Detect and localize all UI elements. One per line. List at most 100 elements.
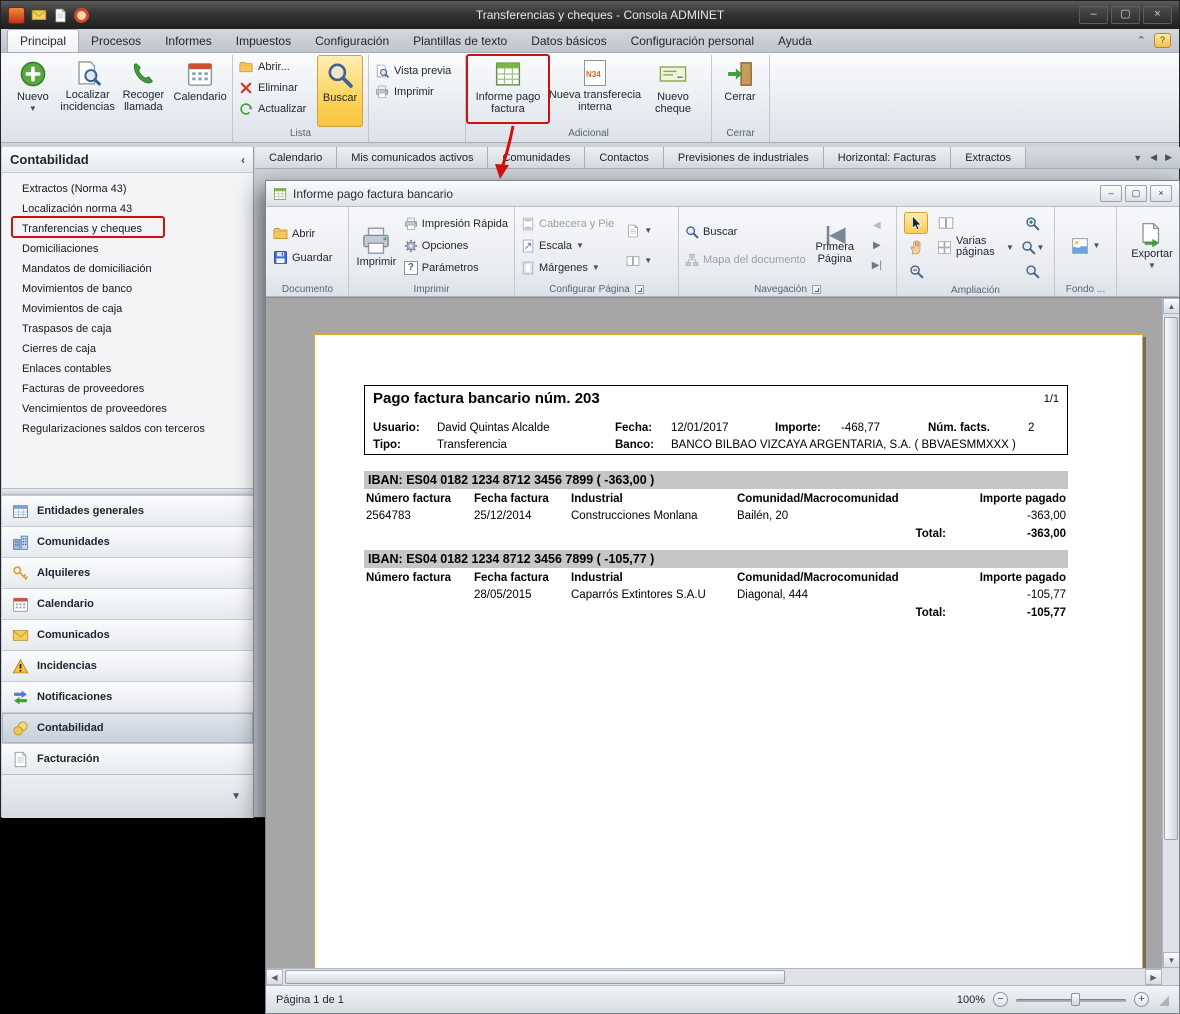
nav-item-comunidades[interactable]: Comunidades [2,526,253,557]
sidebar-item-regularizaciones[interactable]: Regularizaciones saldos con terceros [2,419,253,439]
tab-impuestos[interactable]: Impuestos [224,30,303,52]
horizontal-scrollbar[interactable]: ◀ ▶ [266,968,1162,985]
close-button[interactable]: × [1143,6,1172,24]
tab-configuracion[interactable]: Configuración [303,30,401,52]
record-icon[interactable] [74,8,89,23]
delete-button[interactable]: Eliminar [235,80,317,96]
sidebar-item-enlaces[interactable]: Enlaces contables [2,359,253,379]
next-page-icon[interactable]: ▶ [867,237,887,255]
parameters-button[interactable]: ?Parámetros [401,258,482,278]
sidebar-item-cierres[interactable]: Cierres de caja [2,339,253,359]
report-print-button[interactable]: Imprimir [352,223,401,268]
sidebar-item-vencimientos[interactable]: Vencimientos de proveedores [2,399,253,419]
zoom-slider-thumb[interactable] [1071,993,1080,1006]
refresh-button[interactable]: Actualizar [235,101,317,117]
close-app-button[interactable]: Cerrar [714,55,766,127]
sidebar-item-facturas-prov[interactable]: Facturas de proveedores [2,379,253,399]
vertical-scrollbar[interactable]: ▲ ▼ [1162,298,1179,968]
new-internal-transfer-button[interactable]: N34 Nueva transferecia interna [548,55,642,127]
quick-print-button[interactable]: Impresión Rápida [401,214,511,234]
collapse-ribbon-icon[interactable]: ⌃ [1137,34,1146,47]
find-button[interactable]: Buscar [682,222,740,242]
tab-scroll-right-icon[interactable]: ▶ [1165,152,1172,163]
sidebar-item-mandatos[interactable]: Mandatos de domiciliación [2,259,253,279]
zoom-tool[interactable] [1021,260,1045,282]
doc-tab-horizontal-facturas[interactable]: Horizontal: Facturas [824,147,951,168]
sidebar-item-mov-caja[interactable]: Movimientos de caja [2,299,253,319]
sidebar-item-extractos[interactable]: Extractos (Norma 43) [2,179,253,199]
report-open-button[interactable]: Abrir [270,224,318,244]
nav-item-contabilidad[interactable]: Contabilidad [2,712,253,743]
zoom-in-tool[interactable] [1021,212,1045,234]
horizontal-scroll-thumb[interactable] [285,970,785,984]
help-icon[interactable]: ? [1154,33,1171,48]
new-button[interactable]: Nuevo▼ [7,55,59,127]
resize-grip[interactable] [1157,994,1169,1006]
nav-item-comunicados[interactable]: Comunicados [2,619,253,650]
scroll-up-icon[interactable]: ▲ [1163,298,1179,314]
minimize-button[interactable]: – [1079,6,1108,24]
header-footer-button[interactable]: Cabecera y Pie [518,214,617,234]
tab-ayuda[interactable]: Ayuda [766,30,824,52]
print-preview-button[interactable]: Vista previa [371,63,455,79]
print-button[interactable]: Imprimir [371,84,455,100]
scroll-down-icon[interactable]: ▼ [1163,952,1179,968]
document-edit-icon[interactable] [52,7,69,24]
nav-item-calendario[interactable]: Calendario [2,588,253,619]
facing-pages-tool[interactable] [934,212,958,234]
tab-scroll-left-icon[interactable]: ◀ [1150,152,1157,163]
previous-page-icon[interactable]: ◀ [867,217,887,235]
tab-datos-basicos[interactable]: Datos básicos [519,30,618,52]
collapse-sidebar-icon[interactable]: ‹ [241,153,245,167]
pointer-tool[interactable] [904,212,928,234]
report-minimize-button[interactable]: – [1100,185,1122,202]
nav-item-alquileres[interactable]: Alquileres [2,557,253,588]
hand-tool[interactable] [904,236,928,258]
app-icon[interactable] [8,7,25,24]
doc-tab-comunicados[interactable]: Mis comunicados activos [337,147,488,168]
new-cheque-button[interactable]: Nuevo cheque [642,55,704,127]
multiple-pages-button[interactable]: Varias páginas▼ [934,235,1017,259]
margins-button[interactable]: Márgenes▼ [518,258,603,278]
report-close-button[interactable]: × [1150,185,1172,202]
zoom-slider[interactable] [1016,992,1126,1007]
sidebar-splitter[interactable] [2,488,253,495]
tab-configuracion-personal[interactable]: Configuración personal [619,30,766,52]
zoom-out-button[interactable]: − [993,992,1008,1007]
doc-tab-contactos[interactable]: Contactos [585,147,664,168]
paper-size-button[interactable]: ▼ [623,221,655,241]
last-page-icon[interactable]: ▶| [867,257,887,275]
zoom-in-button[interactable]: + [1134,992,1149,1007]
vertical-scroll-thumb[interactable] [1164,317,1178,840]
nav-item-entidades[interactable]: Entidades generales [2,495,253,526]
scroll-left-icon[interactable]: ◀ [266,969,283,985]
dialog-launcher-icon[interactable] [635,285,644,294]
watermark-button[interactable]: ▼ [1068,236,1104,256]
tab-plantillas[interactable]: Plantillas de texto [401,30,519,52]
orientation-button[interactable]: ▼ [623,251,655,271]
open-button[interactable]: Abrir... [235,59,317,75]
doc-tab-previsiones[interactable]: Previsiones de industriales [664,147,824,168]
nav-item-facturacion[interactable]: Facturación [2,743,253,774]
print-options-button[interactable]: Opciones [401,236,471,256]
export-button[interactable]: Exportar ▼ [1127,219,1177,272]
doc-tab-calendario[interactable]: Calendario [255,147,337,168]
report-restore-button[interactable]: ▢ [1125,185,1147,202]
first-page-button[interactable]: |◀ Primera Página [809,226,861,265]
document-map-button[interactable]: Mapa del documento [682,250,809,270]
pick-call-button[interactable]: Recoger llamada [117,55,171,127]
tab-principal[interactable]: Principal [7,29,79,52]
sidebar-item-localizacion[interactable]: Localización norma 43 [2,199,253,219]
tab-informes[interactable]: Informes [153,30,224,52]
sidebar-item-traspasos[interactable]: Traspasos de caja [2,319,253,339]
sidebar-item-mov-banco[interactable]: Movimientos de banco [2,279,253,299]
doc-tab-extractos[interactable]: Extractos [951,147,1026,168]
tab-dropdown-icon[interactable]: ▼ [1133,153,1142,163]
scale-button[interactable]: Escala▼ [518,236,587,256]
tab-procesos[interactable]: Procesos [79,30,153,52]
calendar-button[interactable]: Calendario [170,55,230,127]
sidebar-item-transferencias[interactable]: Tranferencias y cheques [2,219,253,239]
dialog-launcher-icon[interactable] [812,285,821,294]
mail-icon[interactable] [30,7,47,24]
nav-item-notificaciones[interactable]: Notificaciones [2,681,253,712]
